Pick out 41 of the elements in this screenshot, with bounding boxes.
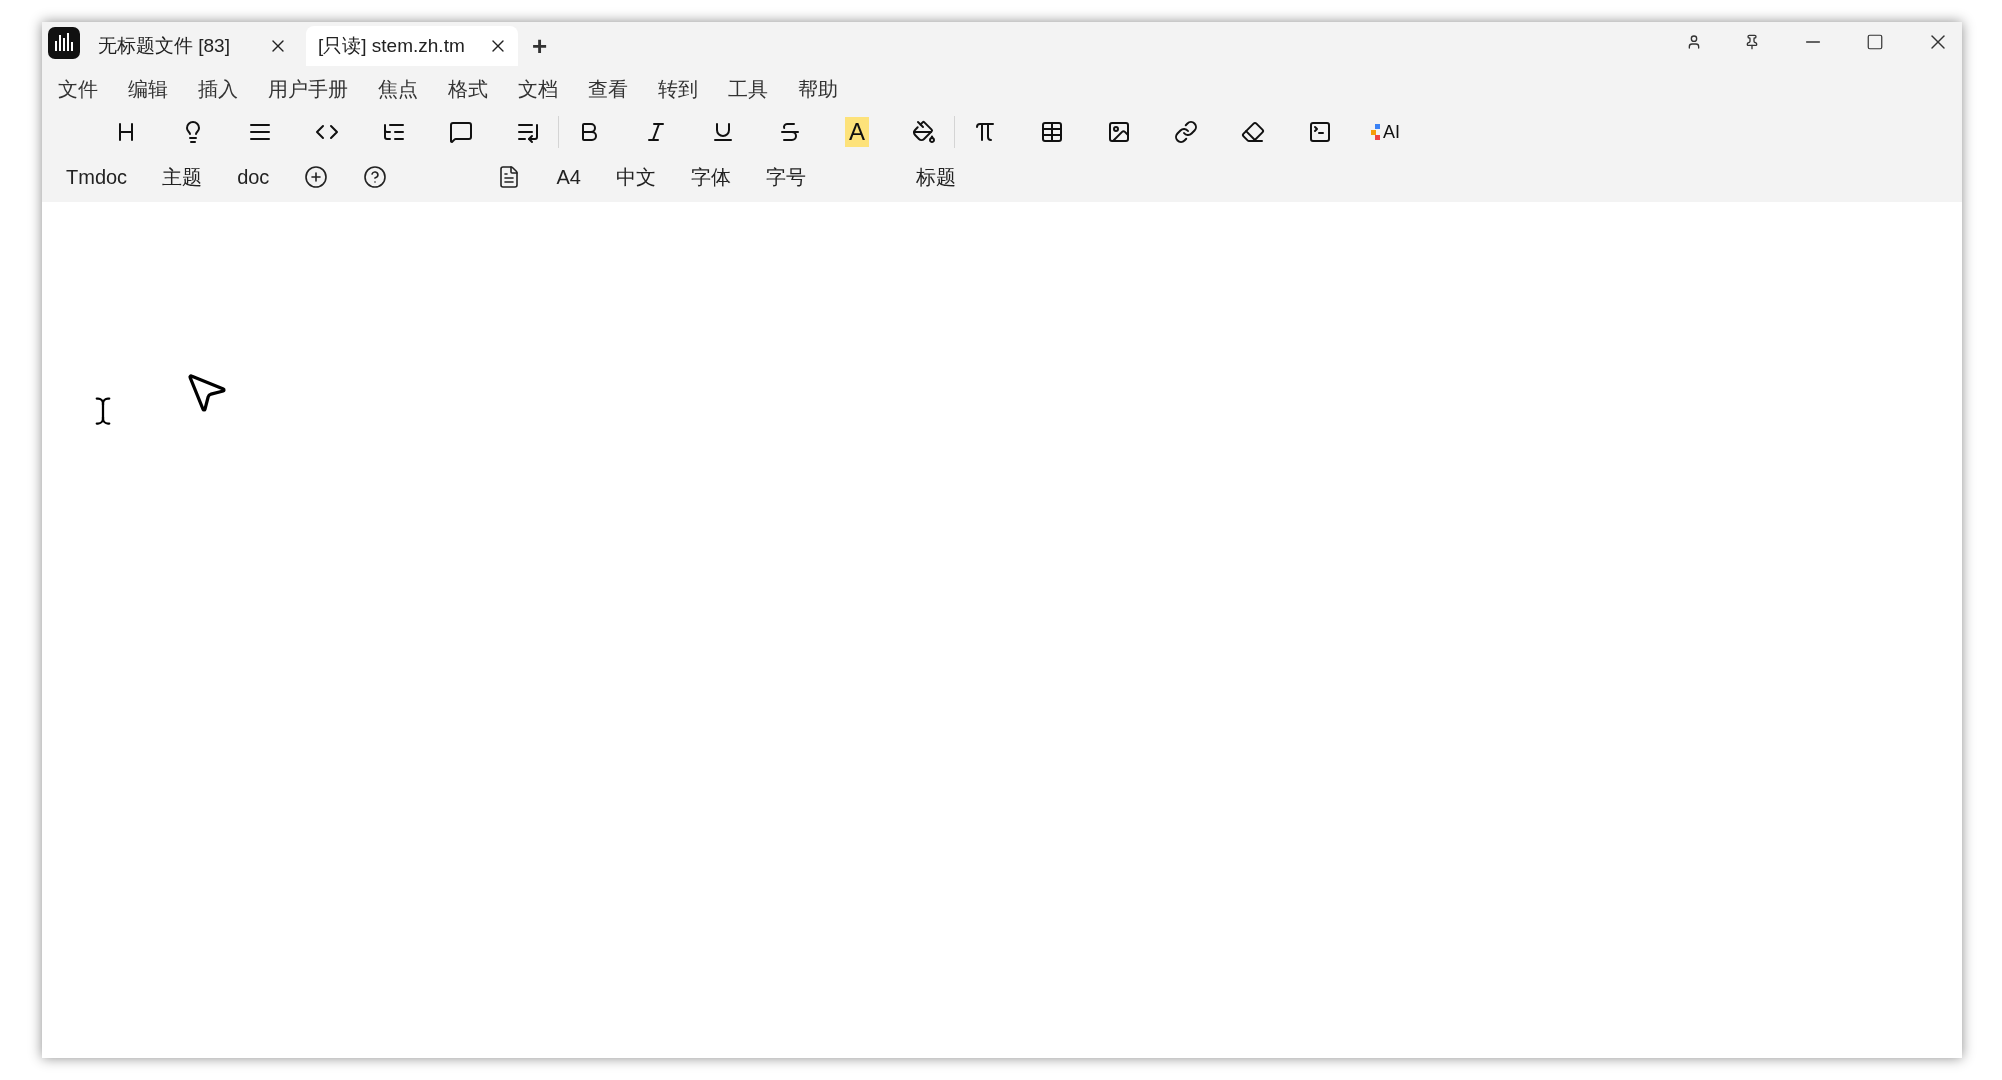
doc-toolbar-button[interactable]: 标题 bbox=[915, 162, 956, 192]
underline-icon[interactable] bbox=[711, 120, 735, 144]
app-logo-icon bbox=[48, 27, 80, 59]
menu-item[interactable]: 插入 bbox=[198, 74, 238, 104]
menu-item[interactable]: 编辑 bbox=[128, 74, 168, 104]
table-icon[interactable] bbox=[1040, 120, 1064, 144]
highlight-letter: A bbox=[845, 117, 869, 147]
link-icon[interactable] bbox=[1174, 120, 1198, 144]
menu-item[interactable]: 文档 bbox=[518, 74, 558, 104]
document-tab[interactable]: [只读] stem.zh.tm bbox=[306, 26, 518, 66]
document-tab[interactable]: 无标题文件 [83] bbox=[86, 26, 298, 66]
add-icon[interactable] bbox=[304, 165, 329, 189]
ai-button[interactable]: AI bbox=[1367, 115, 1404, 149]
paint-bucket-icon[interactable] bbox=[912, 120, 936, 144]
strikethrough-icon[interactable] bbox=[778, 120, 802, 144]
pin-icon[interactable] bbox=[1744, 34, 1760, 50]
doc-toolbar-button[interactable]: Tmdoc bbox=[66, 162, 128, 192]
doc-toolbar-button[interactable]: 字体 bbox=[690, 162, 731, 192]
doc-toolbar-button[interactable]: 中文 bbox=[615, 162, 656, 192]
doc-toolbar-button[interactable]: doc bbox=[237, 162, 270, 192]
image-icon[interactable] bbox=[1107, 120, 1131, 144]
highlight-button[interactable]: A bbox=[837, 115, 877, 149]
menu-item[interactable]: 格式 bbox=[448, 74, 488, 104]
comment-icon[interactable] bbox=[449, 120, 473, 144]
menu-item[interactable]: 焦点 bbox=[378, 74, 418, 104]
new-tab-button[interactable]: + bbox=[526, 26, 554, 66]
doc-toolbar-button[interactable]: 主题 bbox=[162, 162, 203, 192]
eraser-icon[interactable] bbox=[1241, 120, 1265, 144]
doc-toolbar-button[interactable]: 字号 bbox=[765, 162, 806, 192]
doc-toolbar-button[interactable]: A4 bbox=[556, 162, 581, 192]
menu-item[interactable]: 查看 bbox=[588, 74, 628, 104]
menu-item[interactable]: 帮助 bbox=[798, 74, 838, 104]
account-icon[interactable] bbox=[1686, 34, 1702, 50]
menu-item[interactable]: 转到 bbox=[658, 74, 698, 104]
pi-icon[interactable] bbox=[973, 120, 997, 144]
help-icon[interactable] bbox=[363, 165, 388, 189]
terminal-icon[interactable] bbox=[1308, 120, 1332, 144]
maximize-icon[interactable] bbox=[1866, 33, 1884, 51]
menu-item[interactable]: 工具 bbox=[728, 74, 768, 104]
menu-item[interactable]: 文件 bbox=[58, 74, 98, 104]
menu-item[interactable]: 用户手册 bbox=[268, 74, 348, 104]
